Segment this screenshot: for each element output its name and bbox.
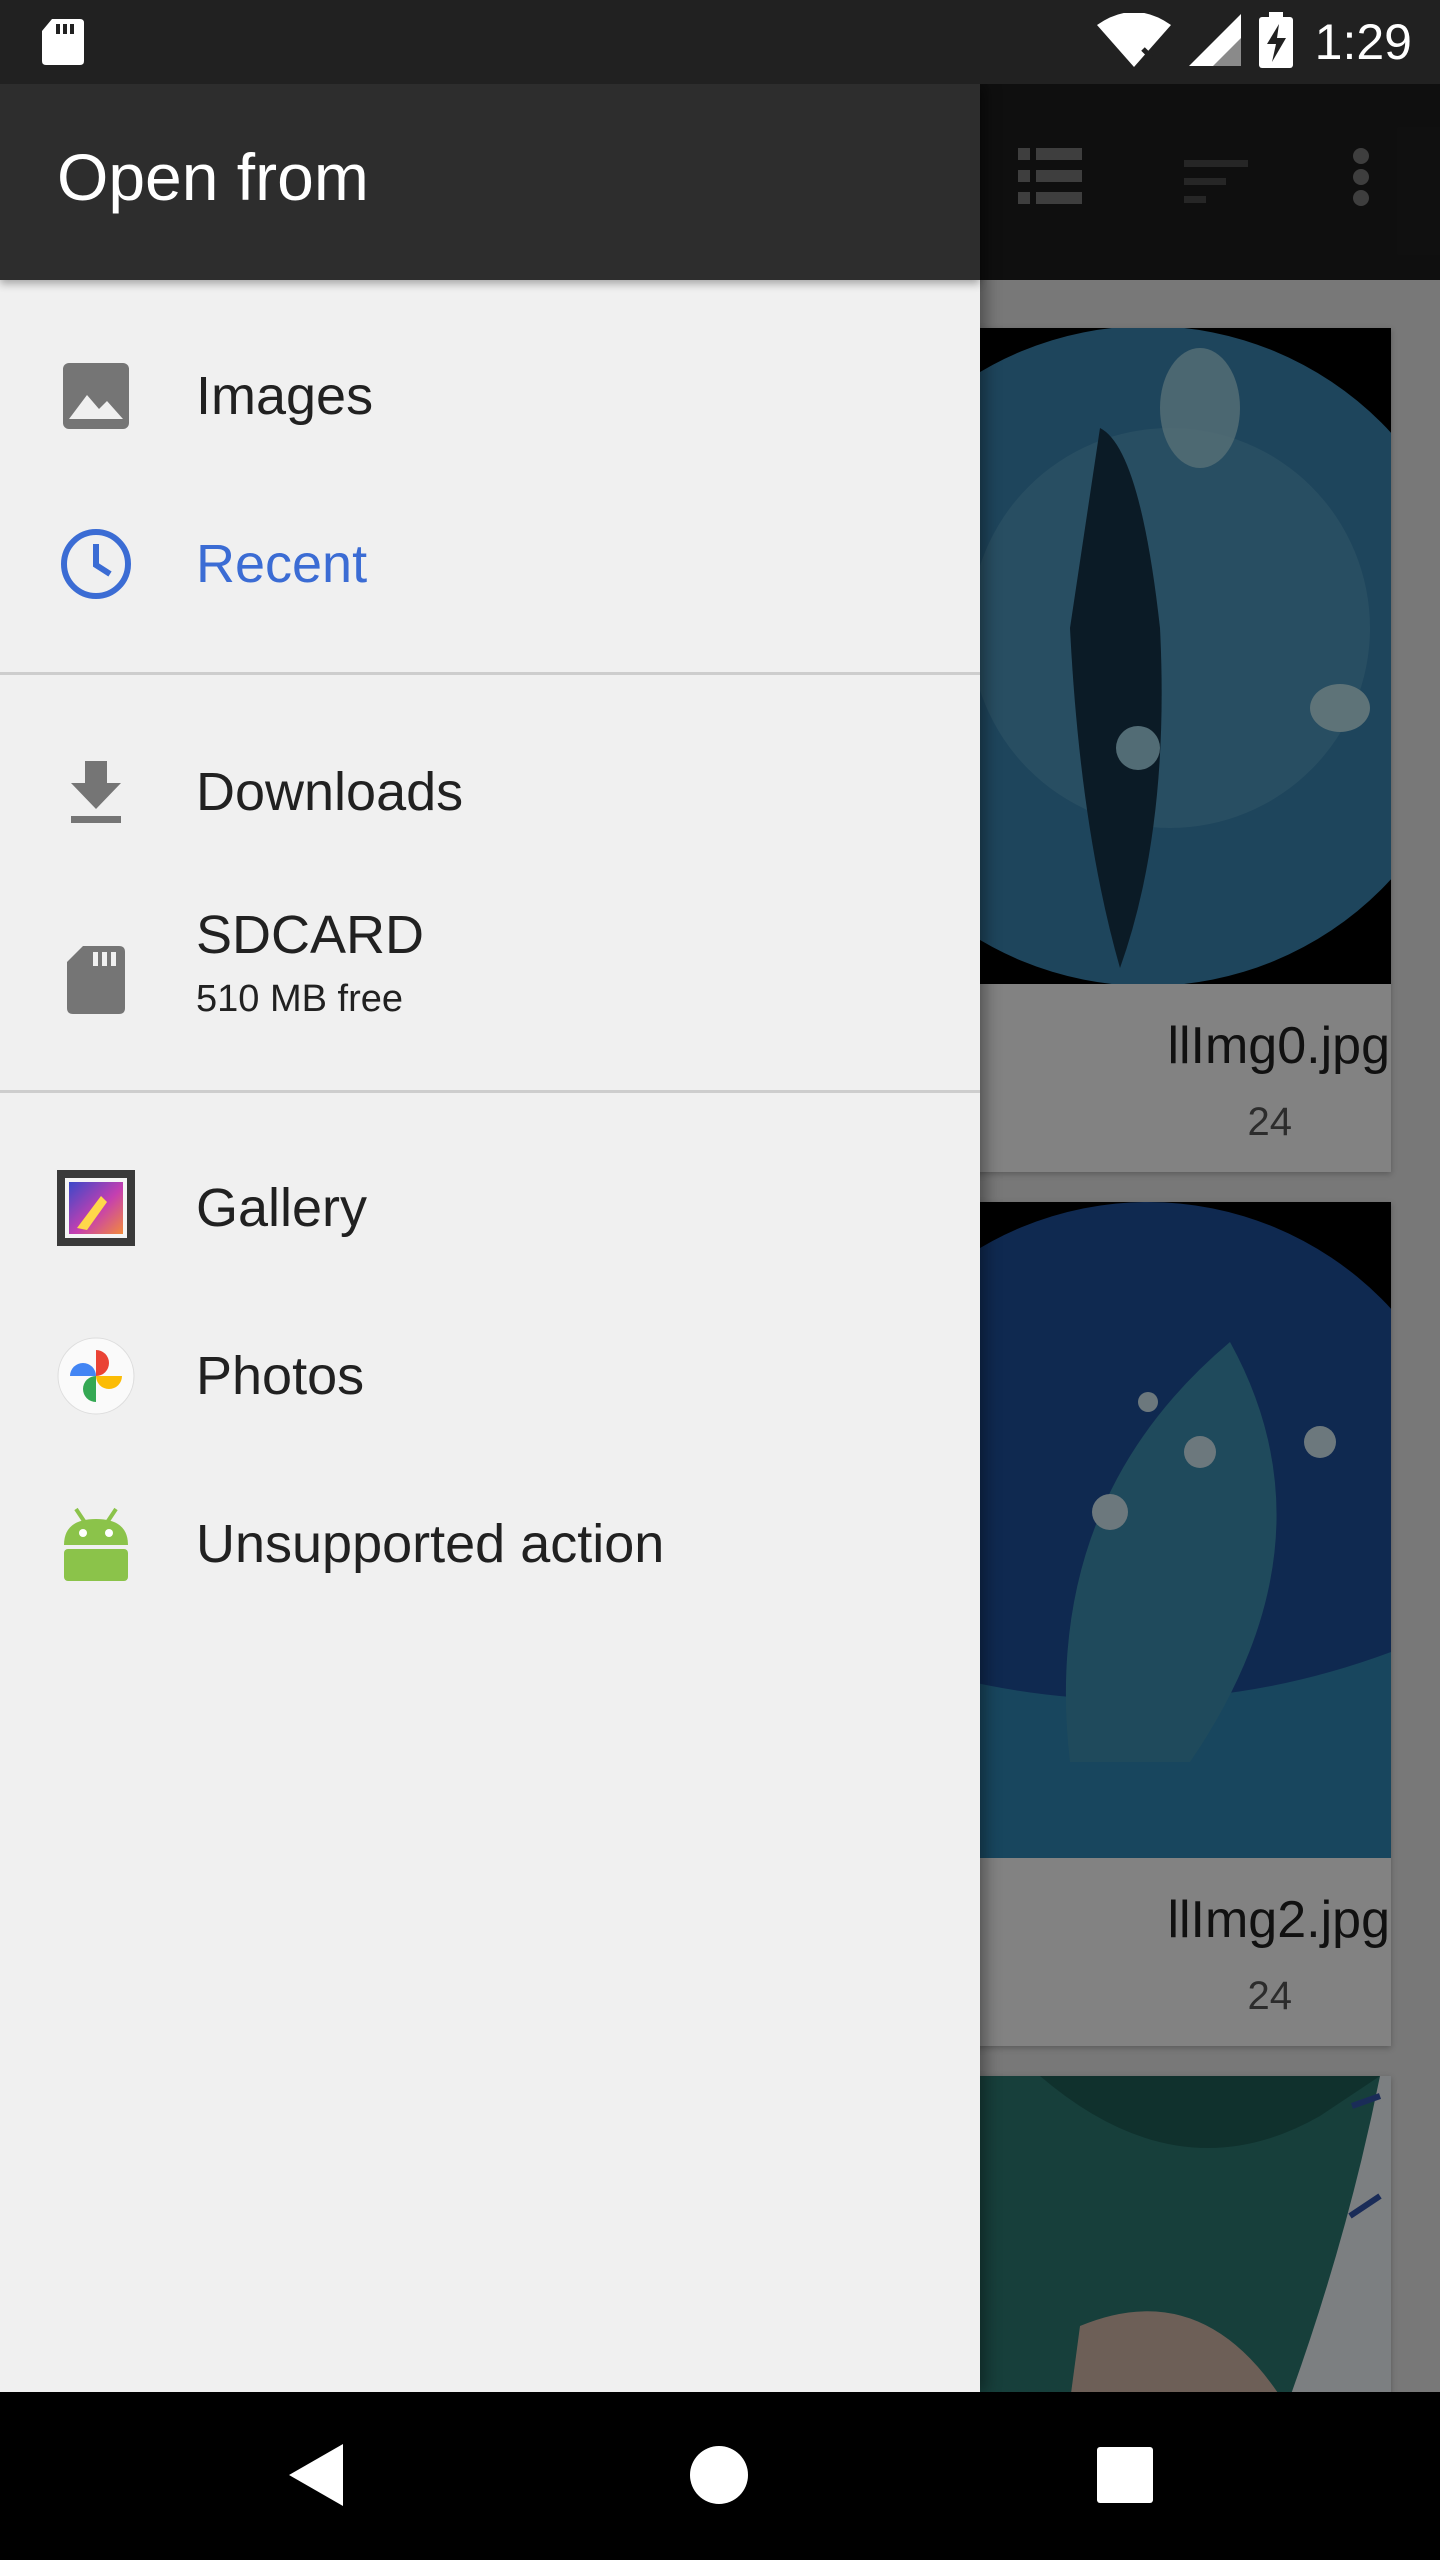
drawer-header: Open from — [0, 84, 980, 280]
drawer-title: Open from — [57, 140, 369, 214]
root-label: Images — [196, 366, 374, 426]
gallery-app-icon — [56, 1168, 136, 1248]
root-label: Unsupported action — [196, 1514, 665, 1574]
divider — [0, 672, 980, 675]
root-item-photos[interactable]: Photos — [0, 1292, 980, 1460]
clock-icon — [56, 524, 136, 604]
cell-signal-icon — [1188, 13, 1241, 71]
image-icon — [56, 356, 136, 436]
status-time: 1:29 — [1314, 14, 1412, 70]
root-label: SDCARD — [196, 905, 425, 965]
wifi-icon — [1096, 11, 1171, 72]
root-item-gallery[interactable]: Gallery — [0, 1124, 980, 1292]
home-button-icon[interactable] — [674, 2430, 764, 2520]
recents-button-icon[interactable] — [1080, 2430, 1170, 2520]
back-button-icon[interactable] — [270, 2430, 360, 2520]
root-item-downloads[interactable]: Downloads — [0, 708, 980, 876]
android-icon — [56, 1504, 136, 1584]
navigation-bar — [0, 2392, 1440, 2560]
root-label: Downloads — [196, 762, 464, 822]
photos-app-icon — [56, 1336, 136, 1416]
root-item-recent[interactable]: Recent — [0, 480, 980, 648]
root-label: Photos — [196, 1346, 365, 1406]
divider — [0, 1090, 980, 1093]
sd-card-icon — [56, 940, 136, 1020]
sd-card-notification-icon — [42, 19, 84, 70]
root-item-sdcard[interactable]: SDCARD 510 MB free — [0, 876, 980, 1084]
status-bar: 1:29 — [0, 0, 1440, 84]
battery-charging-icon — [1258, 11, 1293, 73]
root-label: Recent — [196, 534, 368, 594]
root-label: Gallery — [196, 1178, 368, 1238]
download-icon — [56, 752, 136, 832]
root-item-unsupported-action[interactable]: Unsupported action — [0, 1460, 980, 1628]
roots-drawer: Open from Images Recent Downloads SDCARD… — [0, 84, 980, 2392]
root-summary: 510 MB free — [196, 978, 403, 1020]
root-item-images[interactable]: Images — [0, 312, 980, 480]
